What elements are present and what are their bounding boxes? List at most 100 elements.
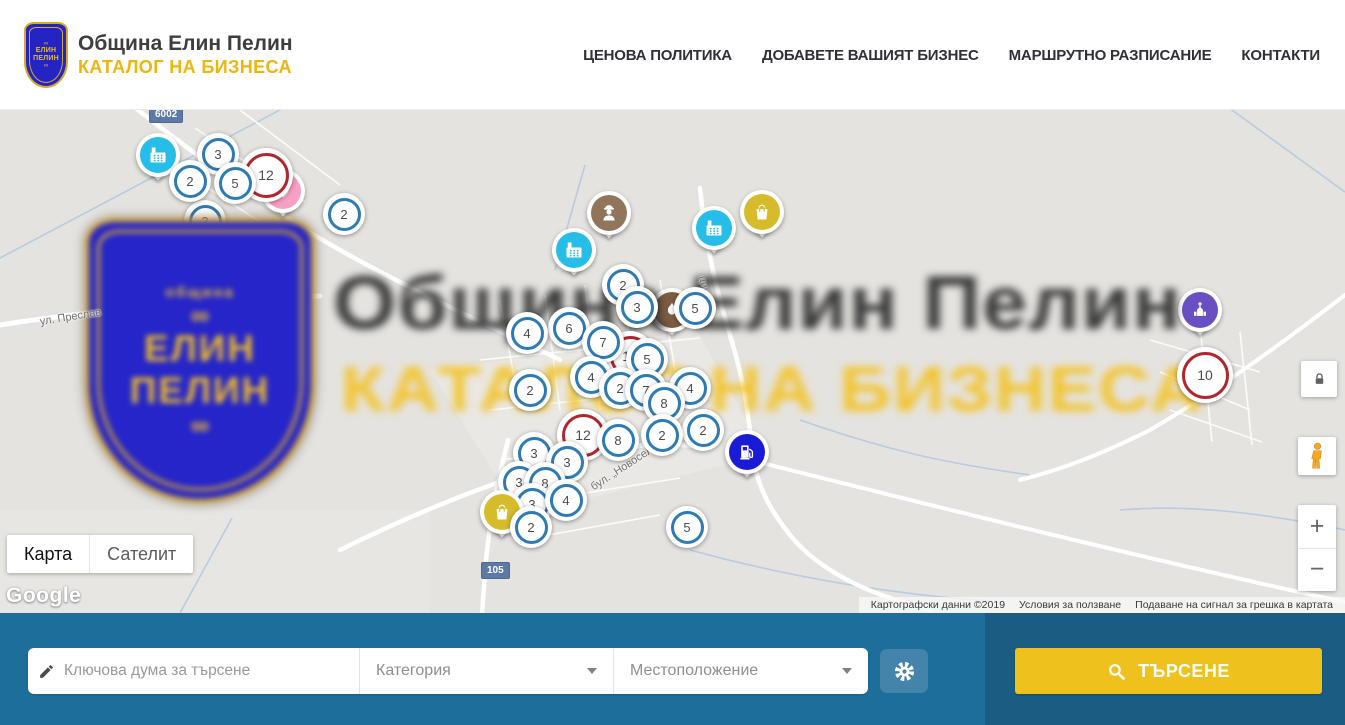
site-title: Община Елин Пелин: [78, 32, 293, 56]
cluster-count: 4: [523, 326, 530, 341]
search-icon: [1107, 662, 1126, 681]
cluster-marker[interactable]: 10: [1177, 347, 1233, 403]
watermark-emblem-name-line1: ЕЛИН: [144, 329, 256, 369]
pin-icon-circle: [556, 232, 592, 268]
cluster-count: 8: [614, 433, 621, 448]
zoom-out-button[interactable]: −: [1298, 549, 1336, 592]
pin-icon-circle: [744, 194, 780, 230]
main-nav: ЦЕНОВА ПОЛИТИКА ДОБАВЕТЕ ВАШИЯТ БИЗНЕС М…: [583, 0, 1320, 110]
category-select[interactable]: Категория: [360, 648, 614, 694]
google-map-canvas[interactable]: 6002105ул. Преславбул. „Новоселции общин…: [0, 110, 1345, 613]
cluster-marker[interactable]: 5: [214, 162, 256, 204]
cluster-count: 2: [340, 207, 347, 222]
factory-pin-marker[interactable]: [552, 228, 596, 286]
cluster-marker[interactable]: 5: [674, 287, 716, 329]
pegman-control[interactable]: [1298, 437, 1336, 475]
cluster-count: 7: [599, 335, 606, 350]
watermark-emblem-name-line2: ПЕЛИН: [130, 371, 271, 411]
fuel-pump-icon: [737, 442, 757, 462]
pin-icon-circle: [591, 195, 627, 231]
category-select-label: Категория: [376, 662, 451, 680]
cluster-count: 12: [575, 427, 591, 443]
cluster-count: 5: [683, 520, 690, 535]
keyword-search-input[interactable]: [64, 662, 334, 680]
cluster-count: 2: [526, 383, 533, 398]
route-number-badge: 6002: [149, 110, 183, 123]
attribution-terms-link[interactable]: Условия за ползване: [1012, 599, 1128, 611]
cluster-marker[interactable]: 2: [641, 414, 683, 456]
nav-contacts[interactable]: КОНТАКТИ: [1241, 47, 1320, 64]
church-pin-marker[interactable]: [1178, 288, 1222, 346]
cluster-ring: 7: [587, 326, 620, 359]
cluster-count: 8: [660, 396, 667, 411]
bag-pin-marker[interactable]: [740, 190, 784, 248]
factory-icon: [148, 145, 168, 165]
site-subtitle: КАТАЛОГ НА БИЗНЕСА: [78, 56, 293, 78]
cluster-count: 5: [691, 301, 698, 316]
cluster-count: 3: [530, 446, 537, 461]
cluster-count: 4: [562, 493, 569, 508]
cluster-count: 5: [643, 352, 650, 367]
site-logo[interactable]: ∞ ЕЛИН ПЕЛИН ∞ Община Елин Пелин КАТАЛОГ…: [24, 22, 293, 88]
cluster-marker[interactable]: 5: [666, 506, 708, 548]
cluster-marker[interactable]: 2: [509, 369, 551, 411]
cluster-ring: 2: [174, 165, 207, 198]
nav-pricing-policy[interactable]: ЦЕНОВА ПОЛИТИКА: [583, 47, 732, 64]
chevron-down-icon: [842, 668, 852, 674]
advanced-search-settings-button[interactable]: [880, 649, 928, 693]
worker-icon: [599, 203, 619, 223]
cluster-ring: 6: [553, 312, 586, 345]
cluster-count: 2: [699, 423, 706, 438]
cluster-count: 2: [186, 174, 193, 189]
cluster-marker[interactable]: 4: [545, 479, 587, 521]
shopping-bag-icon: [492, 502, 512, 522]
cluster-marker[interactable]: 2: [323, 193, 365, 235]
factory-icon: [704, 218, 724, 238]
attribution-copyright: Картографски данни ©2019: [864, 599, 1012, 611]
shopping-bag-icon: [752, 202, 772, 222]
fuel-pin-marker[interactable]: [725, 430, 769, 488]
map-type-satellite-button[interactable]: Сателит: [89, 535, 193, 573]
cluster-marker[interactable]: 8: [597, 419, 639, 461]
google-logo[interactable]: Google: [6, 584, 81, 608]
cluster-count: 2: [616, 381, 623, 396]
nav-add-your-business[interactable]: ДОБАВЕТЕ ВАШИЯТ БИЗНЕС: [762, 47, 979, 64]
cluster-ring: 4: [511, 317, 544, 350]
factory-pin-marker[interactable]: [692, 206, 736, 264]
watermark-emblem-ornament: ∞: [191, 303, 210, 327]
zoom-in-button[interactable]: +: [1298, 505, 1336, 549]
cluster-marker[interactable]: 2: [169, 160, 211, 202]
cluster-ring: 2: [687, 414, 720, 447]
street-view-lock-button[interactable]: [1301, 361, 1337, 397]
emblem-name-line1: ЕЛИН: [36, 47, 56, 55]
municipality-emblem-icon: ∞ ЕЛИН ПЕЛИН ∞: [24, 22, 68, 88]
cluster-count: 12: [258, 167, 274, 183]
map-type-map-button[interactable]: Карта: [7, 535, 89, 573]
cluster-ring: 5: [219, 167, 252, 200]
chevron-down-icon: [587, 668, 597, 674]
map-type-control: Карта Сателит: [7, 535, 193, 573]
cluster-marker[interactable]: 3: [616, 286, 658, 328]
attribution-report-error-link[interactable]: Подаване на сигнал за грешка в картата: [1128, 599, 1340, 611]
cluster-marker[interactable]: 2: [682, 409, 724, 451]
emblem-ornament: ∞: [44, 41, 48, 47]
keyword-field-wrap: [28, 648, 360, 694]
cluster-ring: 2: [646, 419, 679, 452]
zoom-control: + −: [1298, 505, 1336, 591]
cluster-count: 5: [231, 176, 238, 191]
cluster-count: 3: [214, 147, 221, 162]
cluster-ring: 2: [515, 511, 548, 544]
nav-route-schedule[interactable]: МАРШРУТНО РАЗПИСАНИЕ: [1009, 47, 1212, 64]
cluster-ring: 10: [1182, 352, 1229, 399]
lock-icon: [1312, 371, 1327, 388]
cluster-count: 2: [658, 428, 665, 443]
search-submit-button[interactable]: ТЪРСЕНЕ: [1015, 648, 1322, 694]
cluster-marker[interactable]: 2: [510, 506, 552, 548]
cluster-ring: 2: [514, 374, 547, 407]
watermark-subtitle: КАТАЛОГ НА БИЗНЕСА: [341, 352, 1204, 426]
location-select[interactable]: Местоположение: [614, 648, 868, 694]
watermark-title: Община Елин Пелин: [333, 260, 1182, 347]
pin-icon-circle: [140, 137, 176, 173]
pencil-icon: [38, 663, 55, 680]
cluster-marker[interactable]: 4: [506, 312, 548, 354]
